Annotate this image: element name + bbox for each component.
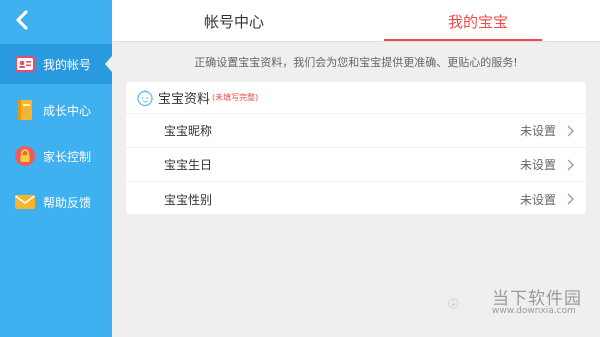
sidebar-item-my-account[interactable]: 我的帐号: [0, 44, 112, 84]
tab-bar: 帐号中心 我的宝宝: [112, 0, 600, 42]
active-indicator: [105, 56, 112, 72]
tab-account-center[interactable]: 帐号中心: [112, 0, 356, 42]
watermark-url: www.downxia.com: [492, 306, 576, 316]
baby-profile-card: 宝宝资料 (未填写完整) 宝宝昵称 未设置 宝宝生日 未设置 宝宝性别 未设置: [126, 82, 586, 214]
chevron-right-icon: [567, 159, 574, 171]
chevron-right-icon: [567, 125, 574, 137]
chevron-right-icon: [567, 193, 574, 205]
active-tab-underline: [384, 39, 542, 41]
baby-face-icon: [137, 89, 153, 106]
watermark-logo-icon: [448, 298, 459, 309]
sidebar-item-label: 我的帐号: [43, 57, 92, 72]
back-arrow-icon: [16, 10, 28, 30]
mail-icon: [14, 191, 36, 213]
row-label: 宝宝昵称: [164, 124, 213, 138]
row-value: 未设置: [519, 192, 556, 207]
card-title: 宝宝资料: [158, 92, 211, 107]
tab-my-baby[interactable]: 我的宝宝: [356, 0, 600, 42]
row-label: 宝宝性别: [164, 192, 213, 207]
sidebar-item-label: 成长中心: [43, 103, 92, 118]
row-baby-nickname[interactable]: 宝宝昵称 未设置: [126, 114, 586, 148]
back-button[interactable]: [8, 6, 36, 34]
sidebar-item-help-feedback[interactable]: 帮助反馈: [0, 182, 112, 222]
sidebar: 我的帐号 成长中心 家长控制 帮助反馈: [0, 0, 112, 337]
info-hint: 正确设置宝宝资料，我们会为您和宝宝提供更准确、更贴心的服务!: [194, 56, 518, 69]
sidebar-item-label: 帮助反馈: [43, 195, 92, 210]
row-label: 宝宝生日: [164, 158, 213, 172]
id-card-icon: [14, 53, 36, 75]
row-baby-gender[interactable]: 宝宝性别 未设置: [126, 182, 586, 216]
book-icon: [14, 99, 36, 121]
sidebar-item-label: 家长控制: [43, 149, 92, 164]
sidebar-item-parental-control[interactable]: 家长控制: [0, 136, 112, 176]
incomplete-badge: (未填写完整): [212, 93, 259, 102]
row-value: 未设置: [519, 124, 556, 138]
sidebar-item-growth-center[interactable]: 成长中心: [0, 90, 112, 130]
lock-icon: [14, 145, 36, 167]
card-header: 宝宝资料 (未填写完整): [126, 82, 586, 114]
row-value: 未设置: [519, 158, 556, 172]
row-baby-birthday[interactable]: 宝宝生日 未设置: [126, 148, 586, 182]
